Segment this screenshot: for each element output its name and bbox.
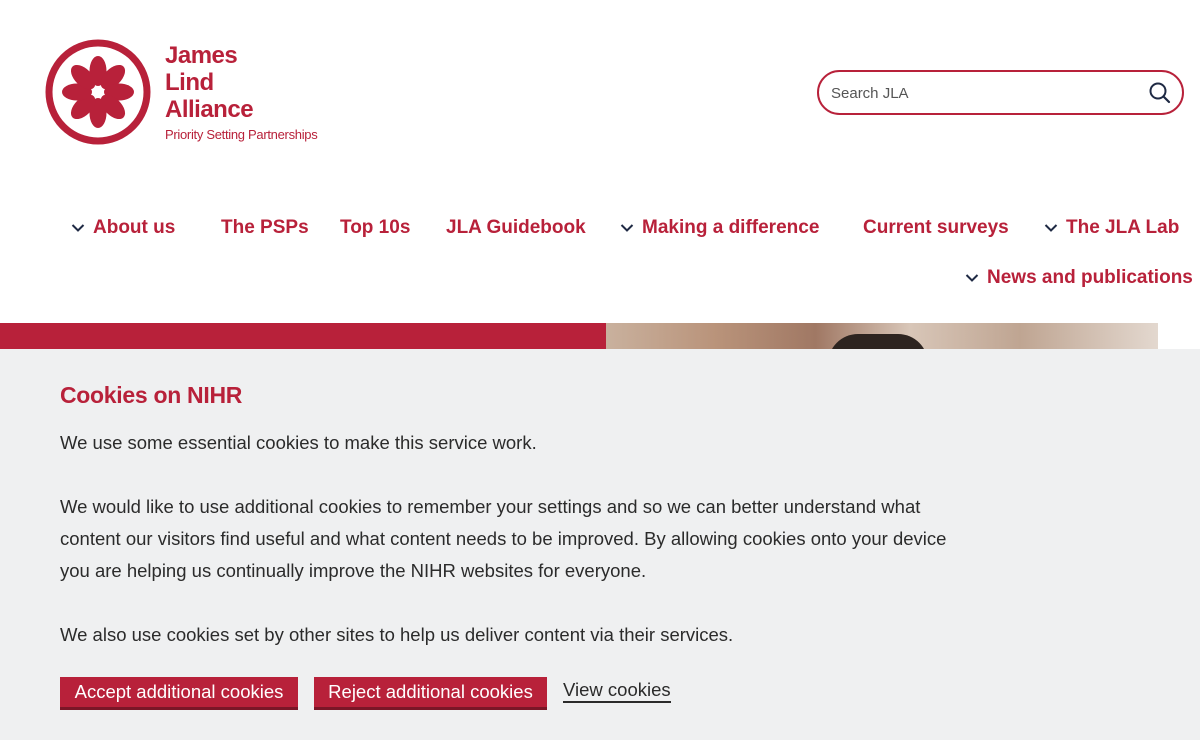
chevron-down-icon (620, 224, 634, 232)
chevron-down-icon (1044, 224, 1058, 232)
nav-jla-guidebook[interactable]: JLA Guidebook (446, 217, 586, 239)
hero-red-panel (0, 323, 606, 349)
logo-name-lind: Lind (165, 69, 214, 96)
nav-news-and-publications-label: News and publications (987, 267, 1193, 288)
nav-the-jla-lab[interactable]: The JLA Lab (1044, 217, 1179, 239)
site-logo[interactable]: James Lind Alliance Priority Setting Par… (44, 38, 344, 150)
cookie-third-party-text: We also use cookies set by other sites t… (60, 624, 734, 645)
nav-jla-guidebook-label: JLA Guidebook (446, 217, 586, 238)
nav-making-a-difference-label: Making a difference (642, 217, 820, 238)
search-icon (1149, 82, 1171, 104)
nav-about-us-label: About us (93, 217, 176, 238)
nav-the-psps-label: The PSPs (221, 217, 309, 238)
reject-cookies-button[interactable]: Reject additional cookies (314, 677, 547, 710)
logo-subtitle: Priority Setting Partnerships (165, 127, 318, 142)
nav-current-surveys[interactable]: Current surveys (863, 217, 1009, 239)
view-cookies-link[interactable]: View cookies (563, 679, 671, 703)
logo-name-alliance: Alliance (165, 96, 254, 123)
site-header: James Lind Alliance Priority Setting Par… (0, 0, 1200, 323)
nav-top-10s-label: Top 10s (340, 217, 411, 238)
jla-flower-logo-icon (45, 39, 151, 145)
nav-making-a-difference[interactable]: Making a difference (620, 217, 819, 239)
chevron-down-icon (965, 274, 979, 282)
chevron-down-icon (71, 224, 85, 232)
cookie-additional-text: We would like to use additional cookies … (60, 496, 947, 581)
nav-the-jla-lab-label: The JLA Lab (1066, 217, 1180, 238)
search-input[interactable] (831, 81, 1131, 105)
logo-name-james: James (165, 42, 238, 69)
nav-about-us[interactable]: About us (71, 217, 175, 239)
nav-the-psps[interactable]: The PSPs (221, 217, 309, 239)
logo-wordmark: James Lind Alliance Priority Setting Par… (165, 42, 318, 143)
cookie-banner-title: Cookies on NIHR (60, 382, 243, 408)
hero-banner (0, 323, 1200, 349)
accept-cookies-button[interactable]: Accept additional cookies (60, 677, 298, 710)
cookie-essential-text: We use some essential cookies to make th… (60, 432, 537, 453)
nav-current-surveys-label: Current surveys (863, 217, 1009, 238)
cookie-banner: Cookies on NIHR We use some essential co… (0, 349, 1200, 740)
search-box (817, 70, 1184, 115)
nav-news-and-publications[interactable]: News and publications (965, 267, 1193, 289)
nav-top-10s[interactable]: Top 10s (340, 217, 410, 239)
search-button[interactable] (1148, 81, 1172, 105)
